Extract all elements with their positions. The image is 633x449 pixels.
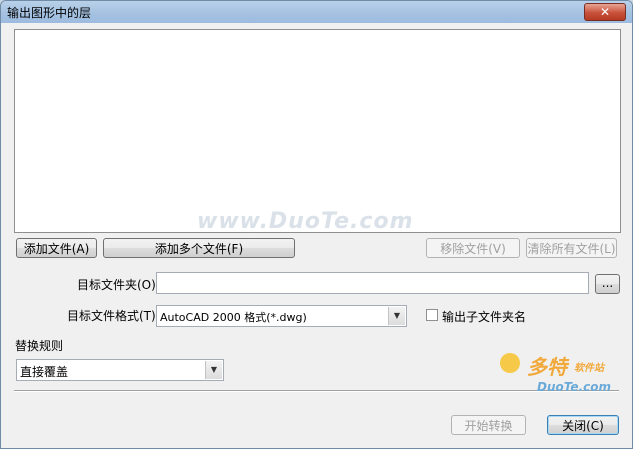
- remove-file-button[interactable]: 移除文件(V): [426, 238, 520, 258]
- target-format-value: AutoCAD 2000 格式(*.dwg): [160, 311, 307, 324]
- dialog-client-area: www.DuoTe.com 添加文件(A) 添加多个文件(F) 移除文件(V) …: [7, 23, 626, 442]
- target-folder-label: 目标文件夹(O): [77, 278, 156, 292]
- add-file-button[interactable]: 添加文件(A): [16, 238, 97, 258]
- brand-watermark: 多特: [527, 355, 567, 379]
- close-button[interactable]: 关闭(C): [547, 415, 619, 435]
- output-subfolder-checkbox[interactable]: [426, 309, 438, 321]
- replace-rule-label: 替换规则: [15, 339, 64, 353]
- brand-logo-icon: [500, 353, 520, 373]
- window-title: 输出图形中的层: [7, 6, 92, 20]
- target-format-select[interactable]: AutoCAD 2000 格式(*.dwg) ▼: [156, 305, 407, 327]
- clear-all-files-button[interactable]: 清除所有文件(L): [526, 238, 617, 258]
- brand-sub-watermark: 软件站: [574, 363, 604, 374]
- chevron-down-icon[interactable]: ▼: [388, 307, 405, 325]
- site-watermark: www.DuoTe.com: [197, 209, 414, 234]
- brand-url-watermark: DuoTe.com: [537, 380, 611, 394]
- target-format-label: 目标文件格式(T): [67, 309, 156, 323]
- target-folder-input[interactable]: [156, 272, 589, 294]
- replace-rule-value: 直接覆盖: [20, 365, 69, 379]
- title-bar[interactable]: 输出图形中的层 ✕: [1, 1, 632, 23]
- start-convert-button[interactable]: 开始转换: [451, 415, 526, 435]
- browse-folder-button[interactable]: ...: [595, 274, 620, 294]
- chevron-down-icon[interactable]: ▼: [205, 361, 222, 379]
- replace-rule-select[interactable]: 直接覆盖 ▼: [16, 359, 224, 381]
- file-list[interactable]: [14, 29, 621, 233]
- add-multiple-files-button[interactable]: 添加多个文件(F): [103, 238, 295, 258]
- dialog-window: 输出图形中的层 ✕ www.DuoTe.com 添加文件(A) 添加多个文件(F…: [0, 0, 633, 449]
- output-subfolder-label: 输出子文件夹名: [442, 310, 527, 324]
- footer-divider: [14, 390, 619, 392]
- window-close-button[interactable]: ✕: [584, 3, 626, 21]
